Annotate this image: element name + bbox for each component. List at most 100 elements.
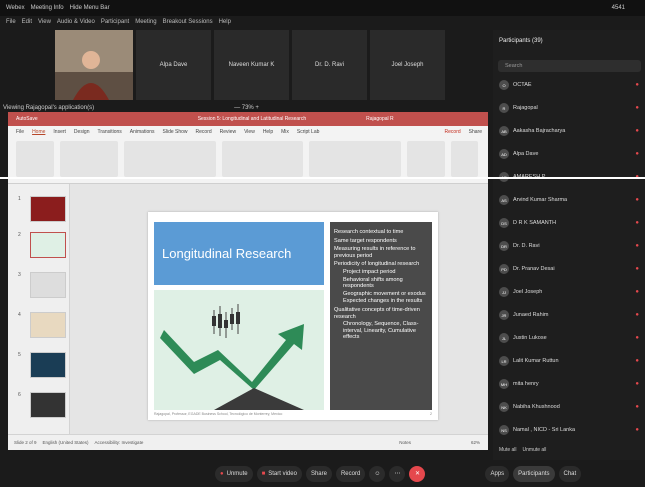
video-tile-1[interactable]: Alpa Dave: [136, 30, 211, 100]
participant-row[interactable]: AB Aakasha Bajracharya ●: [493, 122, 645, 140]
slide-bullets: Research contextual to time Same target …: [330, 222, 432, 410]
record-button[interactable]: Record: [445, 129, 461, 135]
unmute-all-button[interactable]: Unmute all: [523, 447, 547, 453]
menu-participant[interactable]: Participant: [101, 19, 129, 25]
slide-thumb-3[interactable]: [30, 272, 66, 298]
tab-record[interactable]: Record: [196, 129, 212, 135]
leave-meeting-button[interactable]: ✕: [409, 465, 426, 482]
participant-row[interactable]: PD Dr. Pranav Desai ●: [493, 260, 645, 278]
mic-muted-icon[interactable]: ●: [635, 220, 639, 226]
slides-group[interactable]: [60, 141, 119, 177]
tab-file[interactable]: File: [16, 129, 24, 135]
participants-button[interactable]: Participants: [513, 465, 555, 482]
start-video-button[interactable]: ■ Start video: [256, 465, 302, 482]
slide-thumb-5[interactable]: [30, 352, 66, 378]
mic-muted-icon[interactable]: ●: [635, 312, 639, 318]
font-group[interactable]: [124, 141, 216, 177]
video-tile-4[interactable]: Joel Joseph: [370, 30, 445, 100]
menu-audio-video[interactable]: Audio & Video: [57, 19, 95, 25]
share-meeting-button[interactable]: Share: [305, 465, 332, 482]
slide-thumb-6[interactable]: [30, 392, 66, 418]
menu-breakout[interactable]: Breakout Sessions: [163, 19, 213, 25]
participant-row[interactable]: JL Justin Lukose ●: [493, 329, 645, 347]
mic-muted-icon[interactable]: ●: [635, 427, 639, 433]
participant-row[interactable]: NK Nabiha Khushnood ●: [493, 398, 645, 416]
mic-muted-icon[interactable]: ●: [635, 197, 639, 203]
tab-design[interactable]: Design: [74, 129, 90, 135]
participant-row[interactable]: NS Namal , NICD - Sri Lanka ●: [493, 421, 645, 439]
mic-muted-icon[interactable]: ●: [635, 105, 639, 111]
ppt-user[interactable]: Rajagopal R: [366, 116, 394, 122]
accessibility-status[interactable]: Accessibility: Investigate: [95, 440, 144, 445]
hide-menu-bar-link[interactable]: Hide Menu Bar: [70, 5, 110, 11]
tab-transitions[interactable]: Transitions: [98, 129, 122, 135]
language-status[interactable]: English (United States): [43, 440, 89, 445]
slide-thumb-2[interactable]: [30, 232, 66, 258]
mic-muted-icon[interactable]: ●: [635, 151, 639, 157]
ppt-status-bar: Slide 2 of 9 English (United States) Acc…: [8, 434, 488, 450]
menu-help[interactable]: Help: [219, 19, 231, 25]
mic-muted-icon[interactable]: ●: [635, 82, 639, 88]
slide-counter: Slide 2 of 9: [14, 440, 37, 445]
participant-row[interactable]: AS Arvind Kumar Sharma ●: [493, 191, 645, 209]
participant-row[interactable]: AD Alpa Dave ●: [493, 145, 645, 163]
mic-muted-icon[interactable]: ●: [635, 358, 639, 364]
more-options-button[interactable]: ⋯: [389, 465, 406, 482]
menu-meeting[interactable]: Meeting: [135, 19, 156, 25]
participant-row[interactable]: JR Junaed Rahim ●: [493, 306, 645, 324]
autosave-toggle[interactable]: AutoSave: [16, 116, 38, 122]
mic-muted-icon[interactable]: ●: [635, 128, 639, 134]
apps-button[interactable]: Apps: [485, 465, 510, 482]
participant-search-input[interactable]: Search: [498, 60, 641, 72]
slide[interactable]: Longitudinal Research Research contextua…: [148, 212, 438, 420]
participant-row[interactable]: JJ Joel Joseph ●: [493, 283, 645, 301]
participant-row[interactable]: O OCTAE ●: [493, 76, 645, 94]
mic-muted-icon[interactable]: ●: [635, 404, 639, 410]
tab-help[interactable]: Help: [263, 129, 273, 135]
slide-thumb-4[interactable]: [30, 312, 66, 338]
tab-review[interactable]: Review: [220, 129, 236, 135]
editing-group[interactable]: [406, 141, 446, 177]
unmute-button[interactable]: ● Unmute: [215, 465, 253, 482]
tab-view[interactable]: View: [244, 129, 255, 135]
participant-row[interactable]: R Rajagopal ●: [493, 99, 645, 117]
tab-animations[interactable]: Animations: [130, 129, 155, 135]
notes-button[interactable]: Notes: [399, 440, 411, 445]
participant-row[interactable]: LR Lalit Kumar Ruttun ●: [493, 352, 645, 370]
participant-row[interactable]: DS D R K SAMANTH ●: [493, 214, 645, 232]
record-meeting-button[interactable]: Record: [335, 465, 366, 482]
chat-button[interactable]: Chat: [558, 465, 582, 482]
slide-thumb-1[interactable]: [30, 196, 66, 222]
mic-muted-icon[interactable]: ●: [635, 243, 639, 249]
mic-muted-icon[interactable]: ●: [635, 289, 639, 295]
active-speaker-video[interactable]: [55, 30, 133, 100]
tab-slideshow[interactable]: Slide Show: [163, 129, 188, 135]
paragraph-group[interactable]: [221, 141, 304, 177]
reactions-button[interactable]: ☺: [369, 465, 386, 482]
mic-muted-icon[interactable]: ●: [635, 381, 639, 387]
menu-edit[interactable]: Edit: [22, 19, 32, 25]
share-button[interactable]: Share: [469, 129, 482, 135]
tab-mix[interactable]: Mix: [281, 129, 289, 135]
mic-muted-icon[interactable]: ●: [635, 266, 639, 272]
clipboard-group[interactable]: [16, 141, 55, 177]
dictate-button[interactable]: [451, 141, 479, 177]
menu-file[interactable]: File: [6, 19, 16, 25]
mute-all-button[interactable]: Mute all: [499, 447, 517, 453]
drawing-group[interactable]: [309, 141, 401, 177]
participant-row[interactable]: DR Dr. D. Ravi ●: [493, 237, 645, 255]
avatar: AS: [499, 195, 509, 205]
tab-scriptlab[interactable]: Script Lab: [297, 129, 320, 135]
mic-muted-icon[interactable]: ●: [635, 335, 639, 341]
video-tile-2[interactable]: Naveen Kumar K: [214, 30, 289, 100]
zoom-level[interactable]: 62%: [471, 440, 480, 445]
zoom-control[interactable]: — 73% +: [234, 105, 259, 111]
share-bar: Viewing Rajagopal's application(s) — 73%…: [0, 103, 490, 112]
tab-home[interactable]: Home: [32, 129, 45, 135]
participant-row[interactable]: MH mita henry ●: [493, 375, 645, 393]
menu-view[interactable]: View: [38, 19, 51, 25]
thumb-number: 2: [18, 232, 21, 238]
video-tile-3[interactable]: Dr. D. Ravi: [292, 30, 367, 100]
meeting-info-link[interactable]: Meeting Info: [31, 5, 64, 11]
tab-insert[interactable]: Insert: [53, 129, 66, 135]
